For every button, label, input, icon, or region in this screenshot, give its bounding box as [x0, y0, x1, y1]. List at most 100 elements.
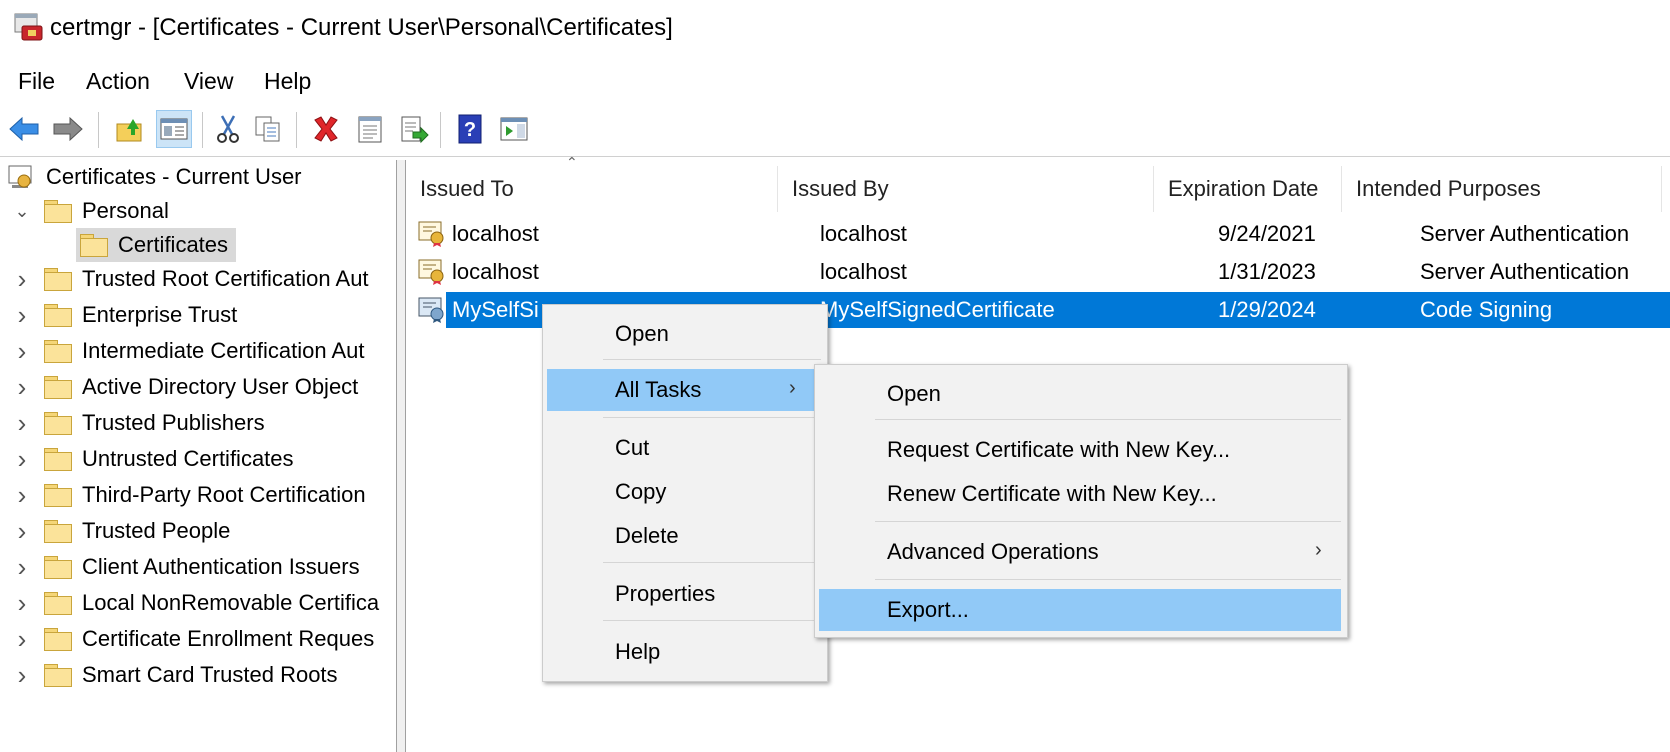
tree-item-label: Personal	[82, 198, 169, 223]
chevron-right-icon[interactable]: ›	[10, 588, 34, 619]
table-row[interactable]: localhost localhost 1/31/2023 Server Aut…	[406, 254, 1670, 290]
tree-root[interactable]: Certificates - Current User	[6, 160, 302, 194]
chevron-right-icon[interactable]: ›	[10, 336, 34, 367]
tree-item-certificates-selected[interactable]: Certificates	[76, 228, 237, 262]
chevron-right-icon[interactable]: ›	[10, 660, 34, 691]
cell-intended-purposes: Server Authentication	[1420, 259, 1630, 284]
tree-item[interactable]: › Third-Party Root Certification	[10, 478, 366, 512]
help-icon[interactable]: ?	[452, 110, 488, 148]
certificate-icon	[418, 297, 444, 323]
tree-item-label: Untrusted Certificates	[82, 446, 294, 471]
chevron-right-icon[interactable]: ›	[10, 480, 34, 511]
submenu-item-export[interactable]: Export...	[819, 589, 1341, 631]
menu-item-open[interactable]: Open	[547, 313, 821, 355]
tree-item[interactable]: › Trusted Publishers	[10, 406, 265, 440]
menu-help[interactable]: Help	[264, 68, 311, 95]
tree-item-label: Certificates	[118, 232, 229, 257]
cell-issued-by: MySelfSignedCertificate	[820, 297, 1055, 322]
tree-item-label: Trusted Publishers	[82, 410, 265, 435]
tree-item[interactable]: › Trusted People	[10, 514, 231, 548]
chevron-right-icon[interactable]: ›	[10, 408, 34, 439]
tree-item-label: Enterprise Trust	[82, 302, 238, 327]
delete-icon[interactable]	[308, 110, 344, 148]
folder-icon	[44, 268, 72, 291]
certificate-icon	[418, 221, 444, 247]
back-arrow-icon[interactable]	[6, 110, 42, 148]
tree-item[interactable]: › Client Authentication Issuers	[10, 550, 360, 584]
menu-item-help[interactable]: Help	[547, 631, 821, 673]
tree-item-label: Local NonRemovable Certifica	[82, 590, 380, 615]
cell-expiration-date: 1/31/2023	[1218, 259, 1316, 284]
tree-item[interactable]: › Local NonRemovable Certifica	[10, 586, 379, 620]
export-list-icon[interactable]	[396, 110, 432, 148]
tree-item-label: Trusted People	[82, 518, 231, 543]
chevron-right-icon[interactable]: ›	[10, 624, 34, 655]
table-row[interactable]: localhost localhost 9/24/2021 Server Aut…	[406, 216, 1670, 252]
tree-item[interactable]: › Active Directory User Object	[10, 370, 359, 404]
chevron-down-icon[interactable]: ⌄	[10, 201, 34, 222]
console-tree: Certificates - Current User ⌄ Personal C…	[0, 160, 397, 752]
submenu-item-advanced-operations[interactable]: Advanced Operations ›	[819, 531, 1341, 573]
column-issued-by[interactable]: Issued By	[778, 166, 1154, 212]
menu-item-cut[interactable]: Cut	[547, 427, 821, 469]
chevron-right-icon: ›	[1315, 539, 1322, 561]
submenu-item-open[interactable]: Open	[819, 373, 1341, 415]
certificate-store-icon	[8, 165, 32, 188]
copy-icon[interactable]	[250, 110, 286, 148]
chevron-right-icon[interactable]: ›	[10, 516, 34, 547]
submenu-item-renew-new-key[interactable]: Renew Certificate with New Key...	[819, 473, 1341, 515]
context-menu: Open All Tasks › Cut Copy Delete Propert…	[542, 304, 828, 682]
show-action-pane-icon[interactable]	[496, 110, 532, 148]
all-tasks-submenu: Open Request Certificate with New Key...…	[814, 364, 1348, 638]
tree-item[interactable]: › Untrusted Certificates	[10, 442, 294, 476]
folder-icon	[44, 340, 72, 363]
menu-file[interactable]: File	[18, 68, 55, 95]
folder-icon	[44, 628, 72, 651]
chevron-right-icon[interactable]: ›	[10, 264, 34, 295]
title-bar: certmgr - [Certificates - Current User\P…	[0, 0, 1670, 56]
chevron-right-icon[interactable]: ›	[10, 300, 34, 331]
show-hide-console-tree-icon[interactable]	[156, 110, 192, 148]
menu-view[interactable]: View	[184, 68, 233, 95]
menu-item-label: Advanced Operations	[887, 539, 1099, 564]
column-header: ⌃ Issued To Issued By Expiration Date In…	[406, 154, 1670, 212]
menu-item-properties[interactable]: Properties	[547, 573, 821, 615]
certificate-icon	[418, 259, 444, 285]
tree-item[interactable]: › Intermediate Certification Aut	[10, 334, 365, 368]
column-expiration-date[interactable]: Expiration Date	[1154, 166, 1342, 212]
tree-item-label: Trusted Root Certification Aut	[82, 266, 369, 291]
chevron-right-icon[interactable]: ›	[10, 444, 34, 475]
cell-intended-purposes: Code Signing	[1420, 297, 1553, 322]
folder-icon	[44, 592, 72, 615]
tree-item[interactable]: › Trusted Root Certification Aut	[10, 262, 369, 296]
folder-icon	[44, 412, 72, 435]
cell-issued-to: MySelfSi	[452, 297, 539, 322]
column-intended-purposes[interactable]: Intended Purposes	[1342, 166, 1662, 212]
tree-item[interactable]: › Enterprise Trust	[10, 298, 238, 332]
folder-icon	[44, 376, 72, 399]
tree-root-label: Certificates - Current User	[46, 164, 302, 189]
column-issued-to[interactable]: Issued To	[406, 166, 778, 212]
folder-icon	[44, 664, 72, 687]
properties-icon[interactable]	[352, 110, 388, 148]
menu-action[interactable]: Action	[86, 68, 150, 95]
up-folder-icon[interactable]	[112, 110, 148, 148]
chevron-right-icon[interactable]: ›	[10, 372, 34, 403]
cut-icon[interactable]	[210, 110, 246, 148]
pane-splitter[interactable]	[397, 160, 406, 752]
tree-item[interactable]: › Certificate Enrollment Reques	[10, 622, 375, 656]
menu-item-all-tasks[interactable]: All Tasks ›	[547, 369, 821, 411]
tree-item[interactable]: › Smart Card Trusted Roots	[10, 658, 338, 692]
menu-item-copy[interactable]: Copy	[547, 471, 821, 513]
certmgr-app-icon	[14, 13, 43, 41]
folder-icon	[44, 520, 72, 543]
submenu-item-request-new-key[interactable]: Request Certificate with New Key...	[819, 429, 1341, 471]
tree-item-label: Intermediate Certification Aut	[82, 338, 365, 363]
menu-item-label: All Tasks	[615, 377, 702, 402]
chevron-right-icon[interactable]: ›	[10, 552, 34, 583]
forward-arrow-icon[interactable]	[50, 110, 86, 148]
tree-item-label: Smart Card Trusted Roots	[82, 662, 338, 687]
menu-item-delete[interactable]: Delete	[547, 515, 821, 557]
tree-item-personal[interactable]: ⌄ Personal	[10, 194, 169, 228]
folder-icon	[44, 304, 72, 327]
